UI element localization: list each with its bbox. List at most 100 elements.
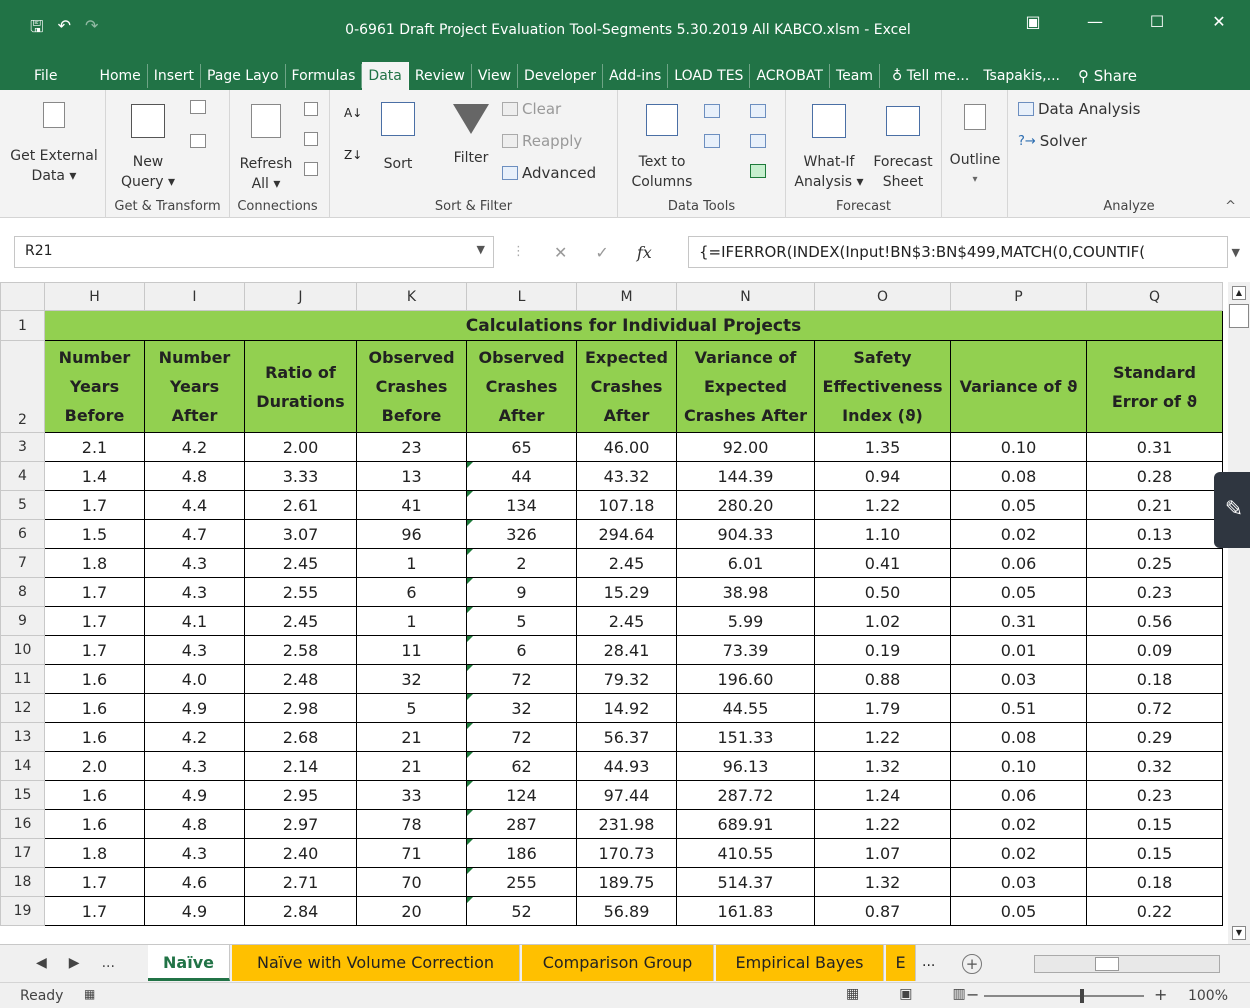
column-header[interactable]: P (950, 282, 1087, 311)
table-cell[interactable]: 1.7 (44, 896, 145, 926)
row-header[interactable]: 10 (0, 635, 45, 665)
table-cell[interactable]: 287.72 (676, 780, 815, 810)
table-cell[interactable]: 1.22 (814, 722, 951, 752)
new-query-button[interactable]: New Query ▾ (116, 98, 180, 192)
table-cell[interactable]: 4.3 (144, 838, 245, 868)
column-header[interactable]: J (244, 282, 357, 311)
table-cell[interactable]: 2.84 (244, 896, 357, 926)
macro-record-icon[interactable]: ▦ (84, 987, 95, 1001)
table-cell[interactable]: 0.23 (1086, 780, 1223, 810)
expand-formula-icon[interactable]: ▼ (1232, 246, 1240, 259)
table-cell[interactable]: 0.51 (950, 693, 1087, 723)
insert-function-icon[interactable]: fx (637, 243, 652, 262)
chevron-down-icon[interactable]: ▼ (477, 243, 485, 256)
error-indicator-icon[interactable] (467, 665, 473, 671)
table-cell[interactable]: 0.18 (1086, 664, 1223, 694)
table-cell[interactable]: 1.79 (814, 693, 951, 723)
table-cell[interactable]: 0.29 (1086, 722, 1223, 752)
table-cell[interactable]: 21 (356, 722, 467, 752)
table-cell[interactable]: 2.95 (244, 780, 357, 810)
cancel-icon[interactable]: ✕ (554, 243, 567, 262)
table-cell[interactable]: 0.06 (950, 780, 1087, 810)
table-cell[interactable]: 1.32 (814, 751, 951, 781)
table-cell[interactable]: 21 (356, 751, 467, 781)
text-to-columns-button[interactable]: Text to Columns (624, 98, 700, 192)
table-cell[interactable]: 1.6 (44, 664, 145, 694)
zoom-level[interactable]: 100% (1188, 988, 1228, 1004)
column-header[interactable]: N (676, 282, 815, 311)
column-header[interactable]: L (466, 282, 577, 311)
table-cell[interactable]: 4.2 (144, 432, 245, 462)
row-header[interactable]: 8 (0, 577, 45, 607)
table-cell[interactable]: 1.6 (44, 693, 145, 723)
table-cell[interactable]: 4.3 (144, 548, 245, 578)
table-cell[interactable]: 2.58 (244, 635, 357, 665)
table-cell[interactable]: 43.32 (576, 461, 677, 491)
table-cell[interactable]: 1.7 (44, 490, 145, 520)
table-cell[interactable]: 2.55 (244, 577, 357, 607)
field-header[interactable]: Variance of ϑ (950, 340, 1087, 433)
table-cell[interactable]: 2.45 (244, 548, 357, 578)
table-cell[interactable]: 0.03 (950, 664, 1087, 694)
tab-load-tes[interactable]: LOAD TES (668, 64, 751, 88)
sheet-tab-empirical-bayes[interactable]: Empirical Bayes (716, 945, 884, 981)
table-cell[interactable]: 1.6 (44, 809, 145, 839)
field-header[interactable]: Safety Effectiveness Index (ϑ) (814, 340, 951, 433)
row-header[interactable]: 18 (0, 867, 45, 897)
row-header[interactable]: 14 (0, 751, 45, 781)
error-indicator-icon[interactable] (467, 462, 473, 468)
field-header[interactable]: Number Years Before (44, 340, 145, 433)
table-cell[interactable]: 196.60 (676, 664, 815, 694)
remove-duplicates-icon[interactable] (704, 134, 720, 148)
table-cell[interactable]: 134 (466, 490, 577, 520)
table-cell[interactable]: 6.01 (676, 548, 815, 578)
table-cell[interactable]: 1 (356, 606, 467, 636)
sheet-tab-truncated[interactable]: E (886, 945, 916, 981)
sheet-next-icon[interactable]: ▶ (69, 955, 80, 971)
enter-icon[interactable]: ✓ (595, 243, 608, 262)
table-cell[interactable]: 0.21 (1086, 490, 1223, 520)
column-header[interactable]: O (814, 282, 951, 311)
error-indicator-icon[interactable] (467, 868, 473, 874)
table-cell[interactable]: 0.18 (1086, 867, 1223, 897)
table-cell[interactable]: 0.72 (1086, 693, 1223, 723)
table-cell[interactable]: 1.24 (814, 780, 951, 810)
table-cell[interactable]: 2.45 (576, 606, 677, 636)
tab-acrobat[interactable]: ACROBAT (750, 64, 830, 88)
table-cell[interactable]: 2.14 (244, 751, 357, 781)
vertical-scrollbar[interactable]: ▲ ▼ (1228, 282, 1250, 944)
table-cell[interactable]: 41 (356, 490, 467, 520)
row-header[interactable]: 5 (0, 490, 45, 520)
table-cell[interactable]: 11 (356, 635, 467, 665)
tab-add-ins[interactable]: Add-ins (603, 64, 669, 88)
table-cell[interactable]: 0.15 (1086, 809, 1223, 839)
table-cell[interactable]: 4.9 (144, 693, 245, 723)
table-cell[interactable]: 14.92 (576, 693, 677, 723)
table-cell[interactable]: 0.01 (950, 635, 1087, 665)
table-cell[interactable]: 1.5 (44, 519, 145, 549)
table-cell[interactable]: 189.75 (576, 867, 677, 897)
table-cell[interactable]: 0.02 (950, 838, 1087, 868)
sheet-tab-naive[interactable]: Naïve (148, 945, 230, 981)
properties-icon[interactable] (304, 132, 318, 146)
table-cell[interactable]: 2.45 (576, 548, 677, 578)
table-cell[interactable]: 4.7 (144, 519, 245, 549)
table-cell[interactable]: 1.7 (44, 635, 145, 665)
row-header[interactable]: 2 (0, 340, 45, 433)
table-cell[interactable]: 2.00 (244, 432, 357, 462)
h-scroll-thumb[interactable] (1095, 957, 1119, 971)
table-cell[interactable]: 410.55 (676, 838, 815, 868)
tab-review[interactable]: Review (409, 64, 472, 88)
splitter-icon[interactable]: ⋮ (512, 244, 525, 259)
table-cell[interactable]: 144.39 (676, 461, 815, 491)
tab-file[interactable]: File (28, 64, 63, 88)
table-cell[interactable]: 0.10 (950, 432, 1087, 462)
pen-icon[interactable]: ✎ (1214, 472, 1250, 548)
table-cell[interactable]: 96 (356, 519, 467, 549)
close-button[interactable]: ✕ (1188, 12, 1250, 31)
consolidate-icon[interactable] (750, 104, 766, 118)
table-cell[interactable]: 65 (466, 432, 577, 462)
table-cell[interactable]: 4.4 (144, 490, 245, 520)
table-cell[interactable]: 4.3 (144, 635, 245, 665)
edit-links-icon[interactable] (304, 162, 318, 176)
